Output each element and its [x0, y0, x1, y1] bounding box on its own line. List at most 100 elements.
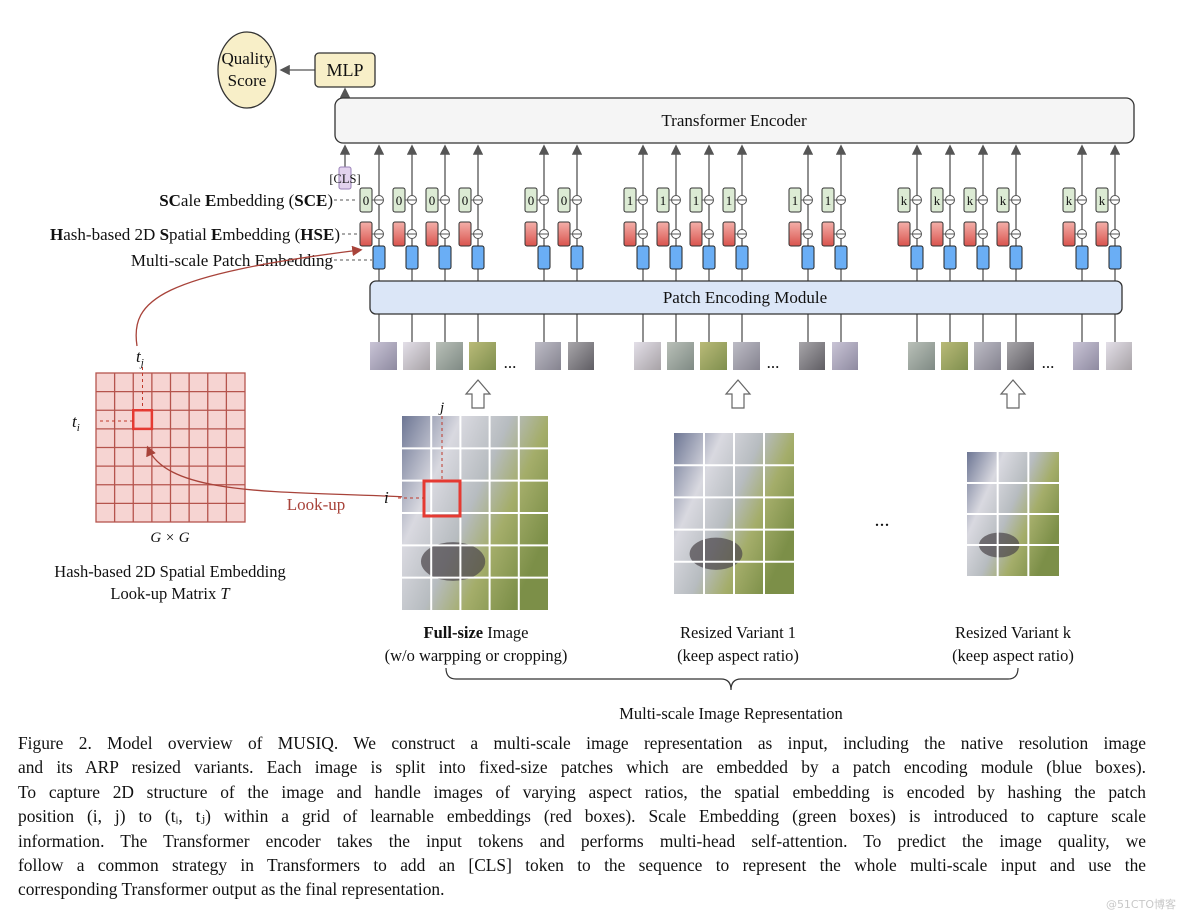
spatial-embedding-box: [656, 221, 670, 247]
scale-index: 0: [396, 193, 403, 208]
patch-embedding-box: [1075, 245, 1089, 270]
spatial-embedding-box: [359, 221, 373, 247]
scale-index: 0: [528, 193, 535, 208]
image-title-variantk: Resized Variant k: [955, 623, 1072, 642]
matrix-highlight-cell: [132, 409, 154, 431]
spatial-embedding-box: [963, 221, 977, 247]
caption-line: follow a common strategy in Transformers…: [18, 855, 1146, 876]
variants-ellipsis: ...: [875, 509, 890, 531]
patch-embedding-box: [801, 245, 815, 270]
patch-embedding-box: [1009, 245, 1023, 270]
spatial-embedding-box: [524, 221, 538, 247]
caption-line: To capture 2D structure of the image and…: [18, 781, 1146, 802]
spatial-embedding-box: [930, 221, 944, 247]
patch-embedding-box: [372, 245, 386, 270]
input-images: [402, 416, 1059, 610]
brace: [445, 667, 1019, 691]
patch-thumbnail: [974, 342, 1001, 370]
scale-index: 1: [825, 193, 832, 208]
patch-embedding-box: [1108, 245, 1122, 270]
mlp-label: MLP: [326, 60, 363, 80]
scale-index: 1: [693, 193, 700, 208]
watermark: @51CTO博客: [1105, 898, 1176, 911]
model-overview-figure: Quality Score MLP Transformer Encoder [C…: [50, 31, 1135, 723]
cls-label: [CLS]: [329, 172, 360, 186]
lookup-label: Look-up: [287, 495, 346, 514]
patch-thumbnail: [908, 342, 935, 370]
scale-index: k: [1000, 193, 1007, 208]
caption-line: position (i, j) to (tᵢ, tⱼ) within a gri…: [18, 806, 1146, 827]
scale-index: 0: [462, 193, 469, 208]
image-subtitle: (keep aspect ratio): [677, 646, 799, 665]
spatial-embedding-box: [788, 221, 802, 247]
patch-embedding-box: [702, 245, 716, 270]
scale-index: 0: [363, 193, 370, 208]
spatial-embedding-box: [1062, 221, 1076, 247]
scale-index: 1: [792, 193, 799, 208]
patch-ellipsis: ...: [1042, 353, 1055, 372]
scale-index: 0: [561, 193, 568, 208]
transformer-encoder-box: Transformer Encoder: [334, 97, 1135, 144]
scale-index: k: [967, 193, 974, 208]
patch-thumbnail: [700, 342, 727, 370]
spatial-embedding-box: [425, 221, 439, 247]
scale-index: 1: [627, 193, 634, 208]
hollow-up-arrow: [999, 379, 1027, 409]
patch-ellipsis: ...: [767, 353, 780, 372]
patch-thumbnail: [436, 342, 463, 370]
quality-score-label: Quality: [222, 49, 273, 68]
patch-embedding-box: [910, 245, 924, 270]
patch-embedding-box: [537, 245, 551, 270]
sce-label: SCale Embedding (SCE): [159, 191, 333, 210]
scale-index: k: [1066, 193, 1073, 208]
spatial-embedding-box: [1095, 221, 1109, 247]
patch-thumbnail: [568, 342, 594, 370]
patch-thumbnail: [1007, 342, 1034, 370]
caption-line: Figure 2. Model overview of MUSIQ. We co…: [18, 733, 1146, 753]
lookup-matrix: [95, 367, 246, 523]
image-title-variant1: Resized Variant 1: [680, 623, 796, 642]
spatial-embedding-box: [821, 221, 835, 247]
multiscale-label: Multi-scale Image Representation: [619, 704, 843, 723]
image-subtitle: (keep aspect ratio): [952, 646, 1074, 665]
patch-embedding-box: [943, 245, 957, 270]
figure-caption: Figure 2. Model overview of MUSIQ. We co…: [18, 731, 1146, 902]
transformer-encoder-label: Transformer Encoder: [661, 111, 807, 130]
patch-embedding-box: [405, 245, 419, 270]
scale-index: k: [1099, 193, 1106, 208]
caption-line: corresponding Transformer output as the …: [18, 879, 445, 900]
caption-line: and its ARP resized variants. Each image…: [18, 757, 1146, 778]
patch-thumbnail: [1073, 342, 1099, 370]
spatial-embedding-box: [689, 221, 703, 247]
spatial-embedding-box: [557, 221, 571, 247]
patch-ellipsis: ...: [504, 353, 517, 372]
patch-embedding-box: [976, 245, 990, 270]
spatial-embedding-box: [392, 221, 406, 247]
patch-thumbnail: [733, 342, 760, 370]
scale-index: 1: [660, 193, 667, 208]
matrix-size-label: G × G: [150, 530, 189, 546]
hollow-up-arrow: [464, 379, 492, 409]
patch-thumbnail: [941, 342, 968, 370]
scale-index: 1: [726, 193, 733, 208]
patch-thumbnail: [832, 342, 858, 370]
patch-embedding-box: [636, 245, 650, 270]
i-label: i: [384, 488, 389, 507]
matrix-title: Look-up Matrix T: [110, 584, 231, 603]
patch-thumbnail: [667, 342, 694, 370]
patch-embedding-box: [438, 245, 452, 270]
spatial-embedding-box: [458, 221, 472, 247]
hse-label: Hash-based 2D Spatial Embedding (HSE): [50, 225, 340, 244]
scale-index: k: [934, 193, 941, 208]
patch-embedding-box: [735, 245, 749, 270]
j-label: j: [438, 400, 444, 416]
matrix-title: Hash-based 2D Spatial Embedding: [54, 562, 285, 581]
tj-label: tj: [136, 347, 144, 369]
patch-encoding-module-box: Patch Encoding Module: [369, 280, 1123, 315]
patch-thumbnail: [370, 342, 397, 370]
patch-thumbnail: [403, 342, 430, 370]
quality-score-label: Score: [228, 71, 267, 90]
patch-encoding-module-label: Patch Encoding Module: [663, 288, 827, 307]
patch-embedding-box: [669, 245, 683, 270]
spatial-embedding-box: [897, 221, 911, 247]
